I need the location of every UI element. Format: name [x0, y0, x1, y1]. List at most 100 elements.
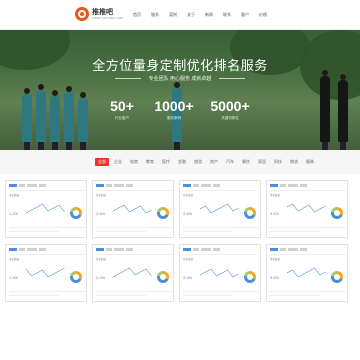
hero-overlay: [0, 30, 360, 150]
divider: [270, 190, 346, 191]
divider: [9, 295, 59, 296]
divider: [270, 254, 346, 255]
donut-chart-icon: [157, 207, 169, 219]
card-title: 优化数据: [96, 194, 107, 197]
sparkline-icon: [200, 203, 239, 214]
tab-category[interactable]: 物流: [287, 158, 301, 166]
card-toolbar: [96, 248, 135, 251]
card-title: 优化数据: [9, 194, 20, 197]
card-title: 优化数据: [183, 194, 194, 197]
case-card[interactable]: 优化数据 5.6%: [266, 244, 348, 302]
divider: [270, 227, 346, 228]
divider: [9, 291, 85, 292]
tab-category[interactable]: 服装: [303, 158, 317, 166]
nav-item-price[interactable]: 价格: [259, 12, 267, 18]
divider: [270, 295, 320, 296]
tab-category[interactable]: 家居: [255, 158, 269, 166]
nav-item-service[interactable]: 服务: [151, 12, 159, 18]
card-metric: 1.2%: [9, 211, 19, 216]
tab-category[interactable]: 科技: [271, 158, 285, 166]
case-card[interactable]: 优化数据 3.5%: [92, 180, 174, 238]
case-grid: 优化数据 1.2% 优化数据 3.5% 优化数据 2.8% 优化数据 4.1% 优化数据 1.9%…: [0, 174, 360, 304]
card-toolbar: [183, 184, 222, 187]
card-title: 优化数据: [9, 258, 20, 261]
category-tabs: 全部 企业 电商 教育 医疗 金融 旅游 房产 汽车 餐饮 家居 科技 物流 服…: [0, 150, 360, 174]
tab-category[interactable]: 企业: [111, 158, 125, 166]
donut-chart-icon: [331, 207, 343, 219]
sparkline-icon: [287, 203, 326, 213]
tab-category[interactable]: 电商: [127, 158, 141, 166]
sparkline-icon: [26, 203, 65, 214]
divider: [183, 291, 259, 292]
divider: [9, 190, 85, 191]
card-metric: 3.0%: [183, 275, 193, 280]
nav-item-contact[interactable]: 联系: [223, 12, 231, 18]
stat-block: 50+ 行业客户: [92, 98, 152, 121]
stat-block: 5000+ 关键词排名: [200, 98, 260, 121]
card-title: 优化数据: [183, 258, 194, 261]
divider: [270, 291, 346, 292]
divider: [270, 231, 320, 232]
nav-item-clients[interactable]: 客户: [241, 12, 249, 18]
divider: [96, 227, 172, 228]
case-card[interactable]: 优化数据 3.0%: [179, 244, 261, 302]
divider: [96, 231, 146, 232]
nav-item-cases[interactable]: 案例: [169, 12, 177, 18]
tab-all[interactable]: 全部: [95, 158, 109, 166]
card-title: 优化数据: [270, 194, 281, 197]
case-card[interactable]: 优化数据 2.8%: [179, 180, 261, 238]
case-card[interactable]: 优化数据 4.1%: [266, 180, 348, 238]
divider: [96, 254, 172, 255]
tab-category[interactable]: 医疗: [159, 158, 173, 166]
tab-category[interactable]: 金融: [175, 158, 189, 166]
brand-logo[interactable]: 推推吧 WWW.TUITUIBA.COM: [75, 7, 125, 23]
divider: [96, 295, 146, 296]
hero-title: 全方位量身定制优化排名服务: [92, 58, 268, 73]
donut-chart-icon: [70, 207, 82, 219]
nav-item-news[interactable]: 新闻: [205, 12, 213, 18]
sparkline-icon: [113, 267, 152, 278]
divider: [9, 227, 85, 228]
case-card[interactable]: 优化数据 1.9%: [5, 244, 87, 302]
card-toolbar: [9, 184, 48, 187]
tab-category[interactable]: 餐饮: [239, 158, 253, 166]
card-title: 优化数据: [270, 258, 281, 261]
tab-category[interactable]: 汽车: [223, 158, 237, 166]
nav-item-about[interactable]: 关于: [187, 12, 195, 18]
card-metric: 4.1%: [270, 211, 280, 216]
card-metric: 3.5%: [96, 211, 106, 216]
sparkline-icon: [287, 267, 326, 278]
case-card[interactable]: 优化数据 2.2%: [92, 244, 174, 302]
donut-chart-icon: [244, 207, 256, 219]
donut-chart-icon: [244, 271, 256, 283]
card-metric: 2.8%: [183, 211, 193, 216]
tab-category[interactable]: 房产: [207, 158, 221, 166]
divider: [9, 231, 59, 232]
card-metric: 5.6%: [270, 275, 280, 280]
stat-block: 1000+ 服务案例: [144, 98, 204, 121]
stat-label: 关键词排名: [221, 116, 239, 120]
divider: [183, 231, 233, 232]
case-card[interactable]: 优化数据 1.2%: [5, 180, 87, 238]
divider: [219, 78, 245, 79]
stat-label: 服务案例: [167, 116, 181, 120]
donut-chart-icon: [157, 271, 169, 283]
logo-icon: [75, 7, 89, 21]
divider: [96, 190, 172, 191]
card-metric: 2.2%: [96, 275, 106, 280]
card-toolbar: [270, 248, 309, 251]
stat-number: 50+: [110, 98, 134, 114]
divider: [183, 254, 259, 255]
tab-category[interactable]: 旅游: [191, 158, 205, 166]
sparkline-icon: [200, 268, 239, 278]
divider: [183, 227, 259, 228]
card-toolbar: [96, 184, 135, 187]
tab-category[interactable]: 教育: [143, 158, 157, 166]
nav-item-home[interactable]: 首页: [133, 12, 141, 18]
hero-subtitle: 专业团队 用心服务 成就卓越: [148, 76, 212, 82]
card-title: 优化数据: [96, 258, 107, 261]
stat-label: 行业客户: [115, 116, 129, 120]
page-footer-space: [0, 304, 360, 360]
brand-sub: WWW.TUITUIBA.COM: [92, 16, 123, 20]
divider: [96, 291, 172, 292]
